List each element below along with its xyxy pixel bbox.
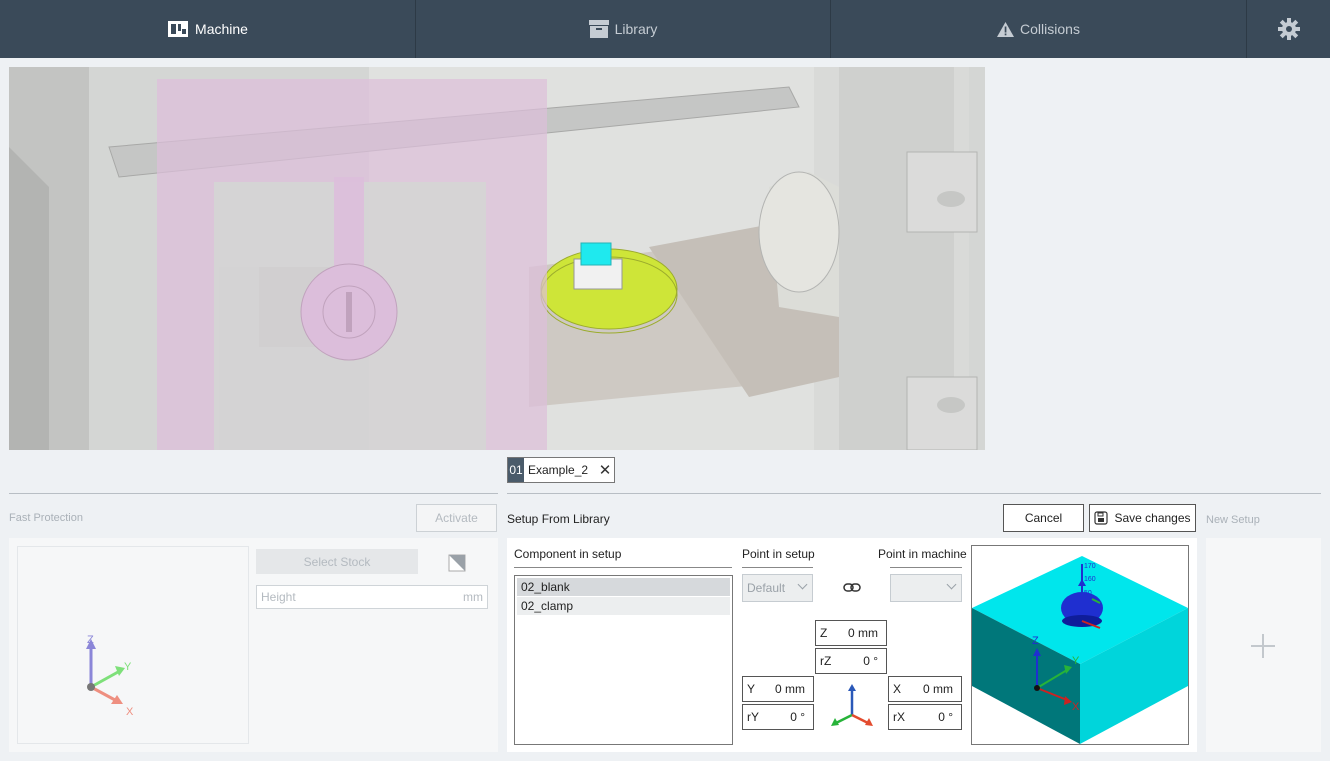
save-icon (1094, 511, 1109, 525)
point-in-setup-value: Default (747, 581, 786, 595)
new-setup-button[interactable] (1206, 538, 1321, 752)
gear-icon (1277, 18, 1300, 40)
tab-library-label: Library (614, 21, 658, 37)
ry-value: 0 ° (790, 710, 805, 724)
preview-scale-label: 50 (1084, 590, 1092, 597)
z-field[interactable]: Z 0 mm (815, 620, 887, 646)
x-label: X (893, 682, 902, 696)
rz-value: 0 ° (863, 654, 878, 668)
warning-icon (997, 21, 1015, 37)
link-icon[interactable] (843, 582, 861, 594)
preview-scale-label: 170 (1084, 563, 1096, 570)
rx-field[interactable]: rX 0 ° (888, 704, 962, 730)
chevron-down-icon (946, 579, 957, 590)
activate-button-label: Activate (435, 511, 478, 525)
settings-button[interactable] (1247, 0, 1330, 58)
axis-z-label: Z (87, 634, 94, 646)
select-stock-label: Select Stock (303, 554, 371, 569)
tab-collisions-label: Collisions (1020, 21, 1080, 37)
z-value: 0 mm (848, 626, 878, 640)
rz-label: rZ (820, 654, 832, 668)
ry-label: rY (747, 710, 759, 724)
list-item[interactable]: 02_clamp (517, 597, 730, 615)
tab-collisions[interactable]: Collisions (831, 0, 1247, 58)
fast-protection-panel: Z Y X Select Stock Height mm (9, 538, 498, 752)
save-changes-button[interactable]: Save changes (1089, 504, 1196, 532)
y-label: Y (747, 682, 756, 696)
rx-value: 0 ° (938, 710, 953, 724)
z-label: Z (820, 626, 828, 640)
height-placeholder: Height (261, 590, 296, 604)
fast-protection-title: Fast Protection (9, 512, 83, 524)
save-changes-label: Save changes (1114, 511, 1191, 525)
library-icon (588, 20, 609, 38)
point-in-setup-select[interactable]: Default (742, 574, 813, 602)
ry-field[interactable]: rY 0 ° (742, 704, 814, 730)
setup-preview[interactable]: 170 160 50 Z Y X (971, 545, 1189, 745)
point-in-machine-header: Point in machine (878, 547, 967, 561)
axis-triad-icon: Z Y X (86, 634, 134, 718)
setup-tab-name: Example_2 (528, 463, 589, 477)
component-list: 02_blank 02_clamp (514, 575, 733, 745)
x-field[interactable]: X 0 mm (888, 676, 962, 702)
top-navigation: Machine Library Collisions (0, 0, 1330, 58)
setup-tab-number: 01 (508, 458, 524, 482)
machine-icon (168, 21, 189, 37)
activate-button[interactable]: Activate (416, 504, 497, 532)
divider (507, 493, 1321, 494)
axis-y-label: Y (124, 661, 132, 673)
setup-preview-scene: 170 160 50 Z Y X (972, 556, 1188, 744)
x-value: 0 mm (923, 682, 953, 696)
y-field[interactable]: Y 0 mm (742, 676, 814, 702)
component-header: Component in setup (514, 547, 622, 561)
new-setup-title: New Setup (1206, 514, 1260, 526)
height-unit: mm (463, 590, 483, 604)
height-input[interactable]: Height mm (256, 585, 488, 609)
close-icon[interactable]: ✕ (596, 461, 614, 479)
setup-tab[interactable]: 01 Example_2 ✕ (507, 457, 615, 483)
setup-from-library-panel: Component in setup 02_blank 02_clamp Poi… (507, 538, 1197, 752)
divider (890, 567, 962, 568)
rz-field[interactable]: rZ 0 ° (815, 648, 887, 674)
stock-preview: Z Y X (17, 546, 249, 744)
preview-axis-x-label: X (1072, 701, 1080, 713)
y-value: 0 mm (775, 682, 805, 696)
setup-from-library-title: Setup From Library (507, 512, 610, 526)
rx-label: rX (893, 710, 905, 724)
select-stock-button[interactable]: Select Stock (256, 549, 418, 574)
point-in-machine-select[interactable] (890, 574, 962, 602)
preview-axis-z-label: Z (1032, 635, 1039, 647)
tab-machine[interactable]: Machine (0, 0, 416, 58)
divider (9, 493, 498, 494)
chevron-down-icon (797, 579, 808, 590)
list-item[interactable]: 02_blank (517, 578, 730, 596)
axis-triad-icon (831, 684, 873, 726)
point-in-setup-header: Point in setup (742, 547, 815, 561)
axis-x-label: X (126, 706, 134, 718)
divider (514, 567, 732, 568)
cancel-label: Cancel (1024, 511, 1063, 525)
preview-axis-y-label: Y (1072, 655, 1080, 667)
divider (742, 567, 813, 568)
machine-3d-viewport[interactable] (9, 67, 985, 450)
machine-scene (9, 67, 985, 450)
tab-machine-label: Machine (195, 21, 248, 37)
plus-icon (1251, 634, 1275, 658)
tab-library[interactable]: Library (416, 0, 831, 58)
cancel-button[interactable]: Cancel (1003, 504, 1084, 532)
preview-scale-label: 160 (1084, 576, 1096, 583)
stock-shape-icon[interactable] (448, 554, 466, 572)
